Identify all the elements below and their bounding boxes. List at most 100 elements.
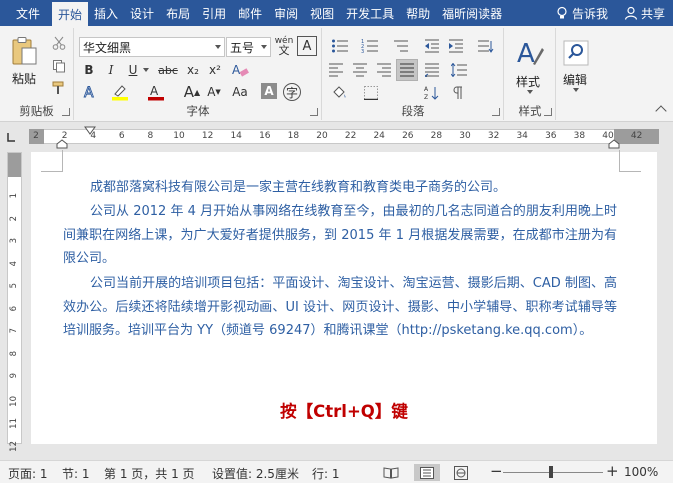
tab-insert[interactable]: 插入 (88, 0, 124, 26)
bullets-button[interactable] (327, 36, 353, 56)
shortcut-hint: 按【Ctrl+Q】键 (280, 402, 408, 421)
font-name-combo[interactable]: 华文细黑 (79, 37, 225, 57)
tab-design[interactable]: 设计 (124, 0, 160, 26)
zoom-slider[interactable] (503, 472, 603, 473)
ruler-tick-label: 6 (118, 131, 125, 141)
tab-help[interactable]: 帮助 (400, 0, 436, 26)
underline-button[interactable]: U (123, 60, 143, 80)
phonetic-char-icon: 文 (278, 44, 290, 57)
italic-button[interactable]: I (101, 60, 121, 80)
tab-home[interactable]: 开始 (52, 2, 89, 26)
chevron-down-icon[interactable] (573, 88, 579, 92)
shrink-font-button[interactable]: A ▼ (203, 82, 225, 102)
tab-foxit-reader[interactable]: 福昕阅读器 (436, 0, 508, 26)
vertical-ruler-top-margin (8, 153, 21, 177)
cut-button[interactable] (50, 34, 68, 52)
styles-gallery-button[interactable]: A (513, 36, 547, 70)
numbering-button[interactable]: 123 (357, 36, 383, 56)
line-spacing-button[interactable] (447, 59, 471, 81)
chevron-down-icon[interactable] (143, 68, 149, 72)
status-setting-value[interactable]: 设置值: 2.5厘米 (212, 465, 299, 482)
ruler-tick-label: 16 (259, 131, 271, 141)
tab-view[interactable]: 视图 (304, 0, 340, 26)
font-size-combo[interactable]: 五号 (226, 37, 271, 57)
page-corner-mark (41, 150, 63, 172)
right-indent-marker[interactable] (608, 139, 620, 149)
editing-label: 编辑 (563, 73, 588, 87)
show-marks-button[interactable] (447, 83, 469, 103)
zoom-in-button[interactable]: + (606, 462, 619, 480)
grow-font-label: A (183, 83, 195, 101)
horizontal-ruler[interactable]: 2 2 4 6 8 10 12 14 16 18 20 22 24 26 28 30 32 34 36 38 40 42 (0, 126, 673, 149)
zoom-out-button[interactable]: − (490, 462, 503, 480)
tell-me-button[interactable]: 告诉我 (547, 0, 616, 26)
web-layout-button[interactable] (448, 464, 474, 481)
paragraph-dialog-launcher[interactable] (492, 108, 500, 116)
status-section[interactable]: 节: 1 (62, 465, 90, 482)
print-layout-button[interactable] (414, 464, 440, 481)
font-dialog-launcher[interactable] (310, 108, 318, 116)
zoom-level[interactable]: 100% (624, 465, 658, 479)
document-paragraph[interactable]: 公司从 2012 年 4 月开始从事网络在线教育至今，由最初的几名志同道合的朋友… (63, 200, 617, 271)
align-left-button[interactable] (325, 59, 347, 81)
styles-dialog-launcher[interactable] (544, 108, 552, 116)
tab-developer[interactable]: 开发工具 (340, 0, 400, 26)
zoom-slider-thumb[interactable] (549, 466, 553, 478)
svg-text:A: A (517, 39, 535, 68)
svg-text:A: A (232, 63, 241, 77)
highlight-color-button[interactable] (109, 82, 131, 102)
align-center-button[interactable] (349, 59, 371, 81)
grow-font-button[interactable]: A ▲ (181, 82, 203, 102)
enclose-characters-button[interactable]: 字 (283, 83, 301, 101)
paste-button[interactable] (6, 34, 42, 68)
status-page[interactable]: 页面: 1 (8, 465, 48, 482)
format-painter-button[interactable] (50, 79, 68, 97)
bold-button[interactable]: B (79, 60, 99, 80)
sort-button[interactable]: AZ (421, 83, 443, 103)
font-color-button[interactable]: A (145, 82, 167, 102)
shading-button[interactable] (327, 83, 351, 103)
subscript-button[interactable]: x₂ (183, 60, 203, 80)
vertical-ruler-tick-label: 11 (9, 418, 19, 429)
border-icon (364, 86, 378, 100)
character-shading-button[interactable]: A (261, 83, 277, 99)
chinese-layout-button[interactable] (473, 36, 499, 56)
copy-icon (53, 60, 65, 73)
strikethrough-button[interactable]: abc (155, 60, 181, 80)
chevron-down-icon[interactable] (527, 90, 533, 94)
tab-references[interactable]: 引用 (196, 0, 232, 26)
increase-indent-button[interactable] (445, 36, 467, 56)
status-line[interactable]: 行: 1 (312, 465, 340, 482)
tab-review[interactable]: 审阅 (268, 0, 304, 26)
collapse-ribbon-icon[interactable] (655, 105, 667, 117)
decrease-indent-button[interactable] (421, 36, 443, 56)
clear-formatting-button[interactable]: A (229, 60, 251, 80)
align-right-button[interactable] (373, 59, 395, 81)
distributed-button[interactable] (421, 59, 443, 81)
read-mode-button[interactable] (378, 464, 404, 481)
hanging-indent-marker[interactable] (56, 139, 68, 149)
phonetic-guide-button[interactable]: wén 文 (273, 34, 295, 58)
character-border-button[interactable]: A (297, 36, 317, 56)
vertical-ruler[interactable]: 1 2 3 4 5 6 7 8 9 10 11 12 (7, 152, 22, 451)
share-button[interactable]: 共享 (616, 0, 673, 26)
change-case-button[interactable]: Aa (229, 82, 251, 102)
document-page[interactable]: 成都部落窝科技有限公司是一家主营在线教育和教育类电子商务的公司。 公司从 201… (31, 150, 657, 444)
tab-layout[interactable]: 布局 (160, 0, 196, 26)
copy-button[interactable] (50, 57, 68, 75)
document-paragraph[interactable]: 成都部落窝科技有限公司是一家主营在线教育和教育类电子商务的公司。 (63, 176, 617, 200)
superscript-button[interactable]: x² (205, 60, 225, 80)
first-line-indent-marker[interactable] (84, 126, 96, 136)
status-page-count[interactable]: 第 1 页，共 1 页 (104, 465, 195, 482)
document-paragraph[interactable]: 公司当前开展的培训项目包括：平面设计、淘宝设计、淘宝运营、摄影后期、CAD 制图… (63, 272, 617, 343)
tab-mailings[interactable]: 邮件 (232, 0, 268, 26)
tab-file[interactable]: 文件 (0, 0, 52, 26)
multilevel-list-button[interactable] (387, 36, 413, 56)
text-effects-button[interactable]: A (79, 82, 101, 102)
editing-button[interactable] (561, 38, 591, 68)
vertical-ruler-tick-label: 12 (9, 440, 19, 452)
clipboard-dialog-launcher[interactable] (62, 108, 70, 116)
tab-stop-selector-icon[interactable] (6, 132, 16, 142)
justify-button[interactable] (396, 59, 418, 81)
borders-button[interactable] (359, 83, 383, 103)
